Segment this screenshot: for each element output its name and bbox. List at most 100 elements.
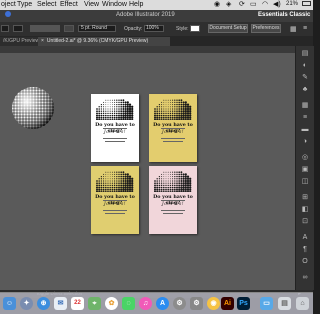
halftone-sphere[interactable] (11, 86, 55, 130)
document-tab-bar: /K/GPU Preview) × Untitled-2.ai* @ 9.36% … (0, 36, 313, 46)
transparency-icon[interactable]: ◑ (300, 138, 310, 146)
creative-cloud-icon[interactable]: ◉ (214, 0, 220, 8)
poster-subtitle: Join Us! (161, 202, 185, 207)
brushes-icon[interactable]: ✎ (300, 74, 310, 82)
settings-icon[interactable]: ⚙ (190, 297, 203, 310)
swatches-icon[interactable]: ▦ (300, 102, 310, 110)
divider (161, 128, 185, 129)
preferences-button[interactable]: Preferences (251, 24, 281, 33)
pathfinder-icon[interactable]: ◧ (300, 206, 310, 214)
itunes-icon[interactable]: ♫ (139, 297, 152, 310)
layers-icon[interactable]: ▤ (300, 50, 310, 58)
graphic-style-picker[interactable] (190, 25, 200, 32)
tab-untitled-2[interactable]: × Untitled-2.ai* @ 9.36% (CMYK/GPU Previe… (38, 37, 170, 46)
mirror-icon[interactable]: ▭ (250, 0, 257, 8)
stroke-icon[interactable]: ≡ (300, 114, 310, 122)
arrange-documents-icon[interactable]: ▦ (290, 25, 297, 33)
menu-view[interactable]: View (84, 1, 99, 8)
halftone-graphic (154, 171, 192, 192)
artboard-3[interactable]: Do you have to sing? Join Us! (91, 166, 139, 234)
safari-icon[interactable]: ⊕ (37, 297, 50, 310)
sync-icon[interactable]: ⟳ (239, 0, 245, 8)
poster-subtitle: Join Us! (161, 130, 185, 135)
artboard-2[interactable]: Do you have to sing? Join Us! (149, 94, 197, 162)
divider (103, 138, 127, 139)
workspace-switcher[interactable]: Essentials Classic (258, 12, 310, 18)
tab-label: Untitled-2.ai* @ 9.36% (CMYK/GPU Preview… (46, 38, 149, 44)
artboards-icon[interactable]: ◫ (300, 178, 310, 186)
gradient-icon[interactable]: ▬ (300, 126, 310, 134)
graphic-styles-icon[interactable]: ▣ (300, 166, 310, 174)
artboard-1[interactable]: Do you have to sing? Join Us! (91, 94, 139, 162)
divider (161, 210, 185, 211)
divider (161, 138, 185, 139)
folder-icon[interactable]: ▭ (260, 297, 273, 310)
align-icon[interactable]: ⊞ (300, 194, 310, 202)
maps-icon[interactable]: ⌖ (88, 297, 101, 310)
halftone-graphic (96, 99, 134, 120)
color-icon[interactable]: ◐ (300, 62, 310, 70)
app-title: Adobe Illustrator 2019 (116, 12, 175, 18)
divider (103, 128, 127, 129)
home-icon[interactable] (5, 11, 11, 17)
photoshop-icon[interactable]: Ps (237, 297, 250, 310)
illustrator-icon[interactable]: Ai (221, 297, 234, 310)
trash-icon[interactable]: ⌂ (296, 297, 309, 310)
menu-window[interactable]: Window (102, 1, 127, 8)
stroke-swatch[interactable] (13, 25, 23, 32)
artboard-4[interactable]: Do you have to sing? Join Us! (149, 166, 197, 234)
paragraph-icon[interactable]: ¶ (300, 246, 310, 254)
app-store-icon[interactable]: A (156, 297, 169, 310)
photos-icon[interactable]: ✿ (105, 297, 118, 310)
tab-previous-document[interactable]: /K/GPU Preview) (0, 37, 41, 46)
close-icon[interactable]: × (41, 38, 44, 44)
menu-type[interactable]: Type (17, 1, 32, 8)
menu-select[interactable]: Select (37, 1, 56, 8)
opentype-icon[interactable]: O (300, 258, 310, 266)
links-icon[interactable]: ∞ (300, 274, 310, 282)
divider (163, 213, 183, 214)
document-setup-button[interactable]: Document Setup (208, 24, 248, 33)
battery-icon[interactable] (302, 1, 311, 6)
dock: ☺ ✦ ⊕ ✉ 22 ⌖ ✿ ◌ ♫ A ⚙ ⚙ ◉ Ai Ps ▭ ▤ ⌂ (0, 292, 313, 314)
menu-effect[interactable]: Effect (60, 1, 78, 8)
finder-icon[interactable]: ☺ (3, 297, 16, 310)
stroke-weight-field[interactable] (30, 25, 60, 32)
opacity-label: Opacity: (124, 26, 143, 32)
preferences-icon[interactable]: ⚙ (173, 297, 186, 310)
style-label: Style: (176, 26, 189, 32)
menu-help[interactable]: Help (129, 1, 143, 8)
fill-swatch[interactable] (1, 25, 9, 32)
panel-dock: ▤ ◐ ✎ ♣ ▦ ≡ ▬ ◑ ◎ ▣ ◫ ⊞ ◧ ⊡ A ¶ O ∞ (295, 46, 314, 290)
wifi-icon[interactable]: ◠ (262, 0, 268, 8)
halftone-graphic (154, 99, 192, 120)
battery-percent: 21% (286, 1, 299, 7)
divider (161, 200, 185, 201)
opacity-field[interactable]: 100% (144, 25, 164, 32)
chrome-icon[interactable]: ◉ (207, 297, 220, 310)
variable-width-field[interactable] (64, 25, 74, 32)
brush-definition[interactable]: 5 pt. Round (78, 25, 116, 32)
launchpad-icon[interactable]: ✦ (20, 297, 33, 310)
character-icon[interactable]: A (300, 234, 310, 242)
volume-icon[interactable]: ◀) (273, 0, 281, 8)
menu-bar: oject Type Select Effect View Window Hel… (0, 0, 313, 10)
symbols-icon[interactable]: ♣ (300, 86, 310, 94)
calendar-icon[interactable]: 22 (71, 297, 84, 310)
divider (103, 200, 127, 201)
mail-icon[interactable]: ✉ (54, 297, 67, 310)
panel-menu-icon[interactable]: ≡ (303, 25, 307, 32)
halftone-graphic (96, 171, 134, 192)
dropbox-icon[interactable]: ◈ (226, 0, 231, 8)
divider (105, 213, 125, 214)
menu-object[interactable]: oject (1, 1, 16, 8)
transform-icon[interactable]: ⊡ (300, 218, 310, 226)
control-bar: 5 pt. Round Opacity: 100% Style: Documen… (0, 22, 313, 36)
divider (163, 141, 183, 142)
appearance-icon[interactable]: ◎ (300, 154, 310, 162)
messages-icon[interactable]: ◌ (122, 297, 135, 310)
divider (105, 141, 125, 142)
documents-icon[interactable]: ▤ (278, 297, 291, 310)
canvas-area[interactable]: Do you have to sing? Join Us! Do you hav… (0, 53, 295, 290)
divider (103, 210, 127, 211)
